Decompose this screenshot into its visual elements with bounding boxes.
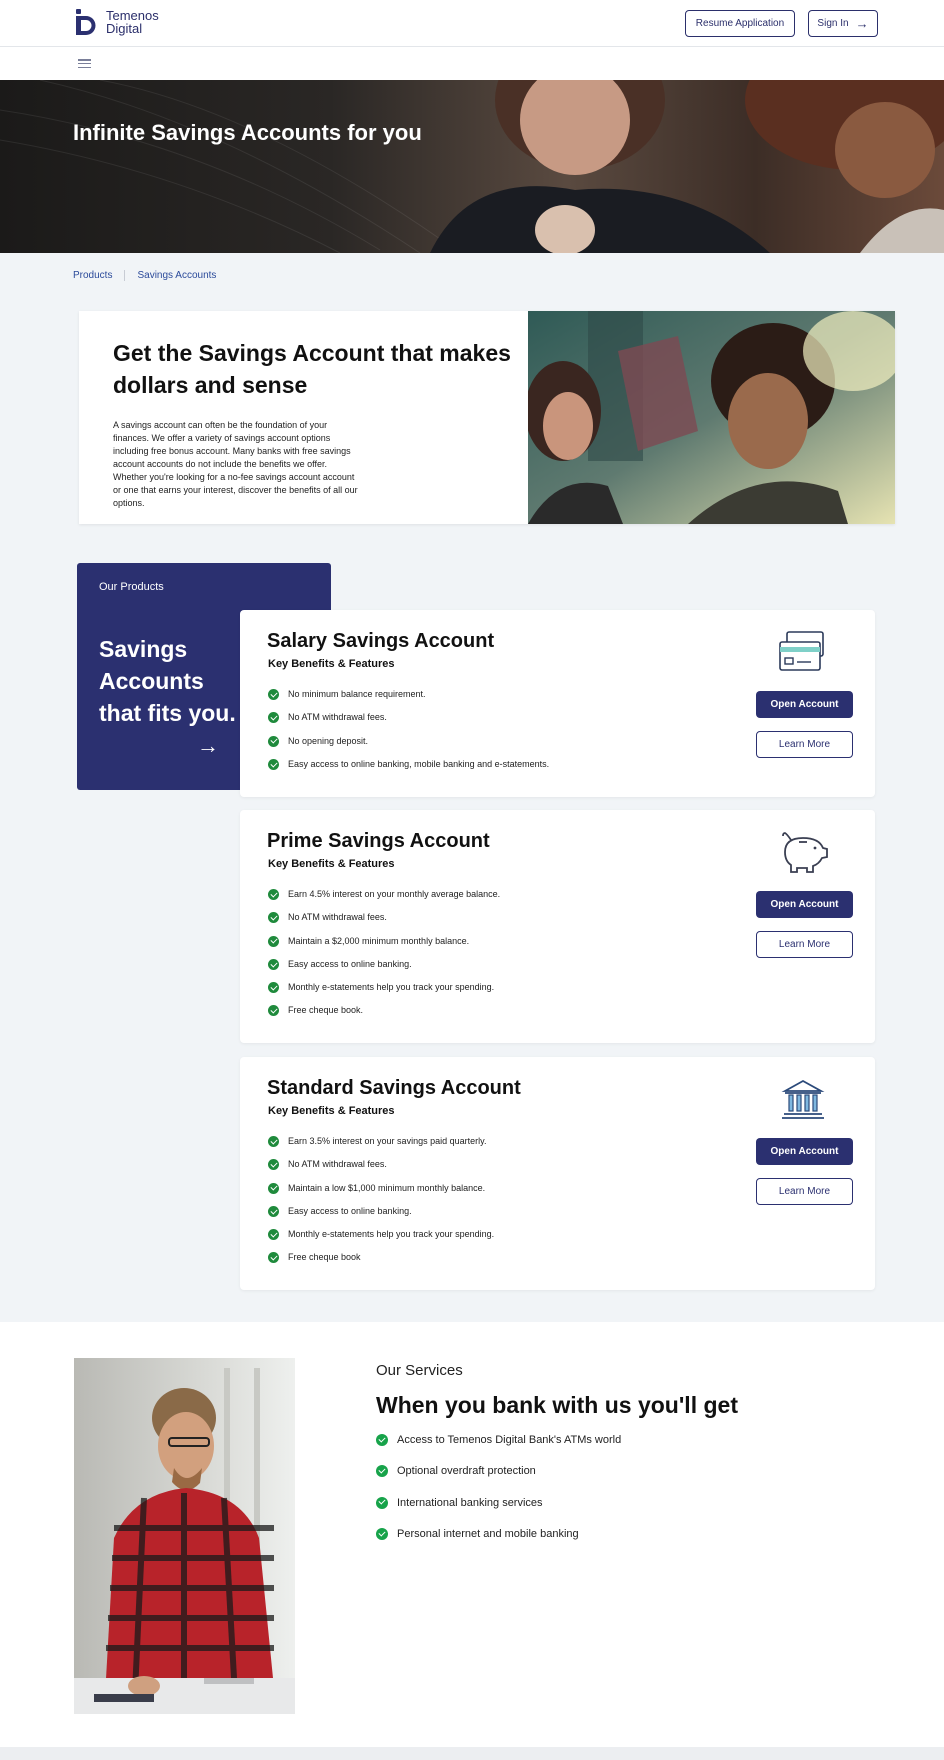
check-circle-icon xyxy=(376,1527,388,1540)
check-circle-icon xyxy=(268,1229,279,1241)
feature-item: Maintain a $2,000 minimum monthly balanc… xyxy=(268,935,500,959)
salary-savings-card: Salary Savings Account Key Benefits & Fe… xyxy=(240,610,875,797)
hero-title: Infinite Savings Accounts for you xyxy=(73,120,422,145)
feature-item: Free cheque book. xyxy=(268,1005,500,1028)
open-account-button[interactable]: Open Account xyxy=(756,691,853,718)
feature-item: Monthly e-statements help you track your… xyxy=(268,1229,494,1252)
open-account-button[interactable]: Open Account xyxy=(756,891,853,918)
service-item: International banking services xyxy=(376,1496,621,1528)
check-circle-icon xyxy=(268,889,279,900)
check-circle-icon xyxy=(268,1205,279,1217)
hero-photo xyxy=(0,80,944,253)
intro-text: A savings account can often be the found… xyxy=(113,420,358,508)
feature-item: Monthly e-statements help you track your… xyxy=(268,982,500,1005)
service-item: Optional overdraft protection xyxy=(376,1465,621,1496)
check-circle-icon xyxy=(376,1434,388,1446)
site-header: Temenos Digital Resume Application Sign … xyxy=(0,0,944,47)
breadcrumb-item-products[interactable]: Products xyxy=(73,270,112,281)
feature-item: No ATM withdrawal fees. xyxy=(268,912,500,935)
check-circle-icon xyxy=(376,1465,388,1478)
check-circle-icon xyxy=(268,1136,279,1147)
our-services-section: Our Services When you bank with us you'l… xyxy=(0,1322,944,1747)
products-title: Savings Accounts that fits you. xyxy=(99,636,236,726)
feature-list: Earn 3.5% interest on your savings paid … xyxy=(268,1136,494,1276)
account-title: Prime Savings Account xyxy=(267,830,490,852)
check-circle-icon xyxy=(268,1159,279,1171)
account-title: Salary Savings Account xyxy=(267,630,495,652)
feature-item: No ATM withdrawal fees. xyxy=(268,1159,494,1182)
check-circle-icon xyxy=(268,1182,279,1194)
check-circle-icon xyxy=(268,758,279,770)
feature-item: Earn 3.5% interest on your savings paid … xyxy=(268,1136,494,1159)
check-circle-icon xyxy=(268,1005,279,1017)
account-subtitle: Key Benefits & Features xyxy=(268,658,395,670)
learn-more-button[interactable]: Learn More xyxy=(756,1178,853,1205)
footer-strip xyxy=(0,1747,944,1760)
breadcrumb-divider xyxy=(124,270,126,281)
bank-building-icon xyxy=(781,1079,825,1119)
open-account-button[interactable]: Open Account xyxy=(756,1138,853,1165)
breadcrumb: Products Savings Accounts xyxy=(73,270,216,281)
credit-card-icon xyxy=(779,631,824,671)
temenos-logo-icon xyxy=(76,9,96,35)
services-list: Access to Temenos Digital Bank's ATMs wo… xyxy=(376,1434,621,1559)
services-label: Our Services xyxy=(376,1362,463,1379)
feature-item: Maintain a low $1,000 minimum monthly ba… xyxy=(268,1182,494,1206)
account-title: Standard Savings Account xyxy=(267,1077,521,1099)
arrow-right-icon: → xyxy=(855,16,869,31)
check-circle-icon xyxy=(268,982,279,994)
learn-more-button[interactable]: Learn More xyxy=(756,931,853,958)
feature-item: No ATM withdrawal fees. xyxy=(268,712,549,735)
services-title: When you bank with us you'll get xyxy=(376,1392,738,1418)
hamburger-menu-icon[interactable] xyxy=(78,59,91,69)
check-circle-icon xyxy=(376,1496,388,1509)
sign-in-button[interactable]: Sign In → xyxy=(808,10,878,37)
arrow-right-icon[interactable]: → xyxy=(197,733,219,759)
check-circle-icon xyxy=(268,912,279,924)
account-subtitle: Key Benefits & Features xyxy=(268,858,395,870)
check-circle-icon xyxy=(268,735,279,747)
check-circle-icon xyxy=(268,1252,279,1264)
check-circle-icon xyxy=(268,689,279,700)
services-photo xyxy=(74,1358,295,1714)
brand-name: Temenos Digital xyxy=(106,8,159,36)
brand-logo[interactable]: Temenos Digital xyxy=(76,9,159,35)
feature-item: No minimum balance requirement. xyxy=(268,689,549,712)
intro-title: Get the Savings Account that makes dolla… xyxy=(113,340,511,398)
feature-item: No opening deposit. xyxy=(268,735,549,759)
feature-item: Earn 4.5% interest on your monthly avera… xyxy=(268,889,500,912)
hero-banner: Infinite Savings Accounts for you xyxy=(0,80,944,253)
resume-application-button[interactable]: Resume Application xyxy=(685,10,795,37)
feature-list: No minimum balance requirement. No ATM w… xyxy=(268,689,549,782)
account-subtitle: Key Benefits & Features xyxy=(268,1105,395,1117)
intro-photo xyxy=(528,311,895,524)
service-item: Access to Temenos Digital Bank's ATMs wo… xyxy=(376,1434,621,1465)
feature-item: Easy access to online banking. xyxy=(268,1205,494,1229)
breadcrumb-item-savings-accounts[interactable]: Savings Accounts xyxy=(137,270,216,281)
intro-card: Get the Savings Account that makes dolla… xyxy=(79,311,895,524)
feature-item: Easy access to online banking. xyxy=(268,958,500,982)
piggy-bank-icon xyxy=(782,832,828,873)
feature-item: Free cheque book xyxy=(268,1252,494,1275)
check-circle-icon xyxy=(268,712,279,724)
learn-more-button[interactable]: Learn More xyxy=(756,731,853,758)
sub-navigation xyxy=(0,47,944,80)
feature-list: Earn 4.5% interest on your monthly avera… xyxy=(268,889,500,1029)
check-circle-icon xyxy=(268,935,279,947)
products-label: Our Products xyxy=(99,581,164,593)
sign-in-label: Sign In xyxy=(817,18,849,29)
standard-savings-card: Standard Savings Account Key Benefits & … xyxy=(240,1057,875,1290)
prime-savings-card: Prime Savings Account Key Benefits & Fea… xyxy=(240,810,875,1043)
feature-item: Easy access to online banking, mobile ba… xyxy=(268,758,549,782)
check-circle-icon xyxy=(268,958,279,970)
service-item: Personal internet and mobile banking xyxy=(376,1527,621,1559)
